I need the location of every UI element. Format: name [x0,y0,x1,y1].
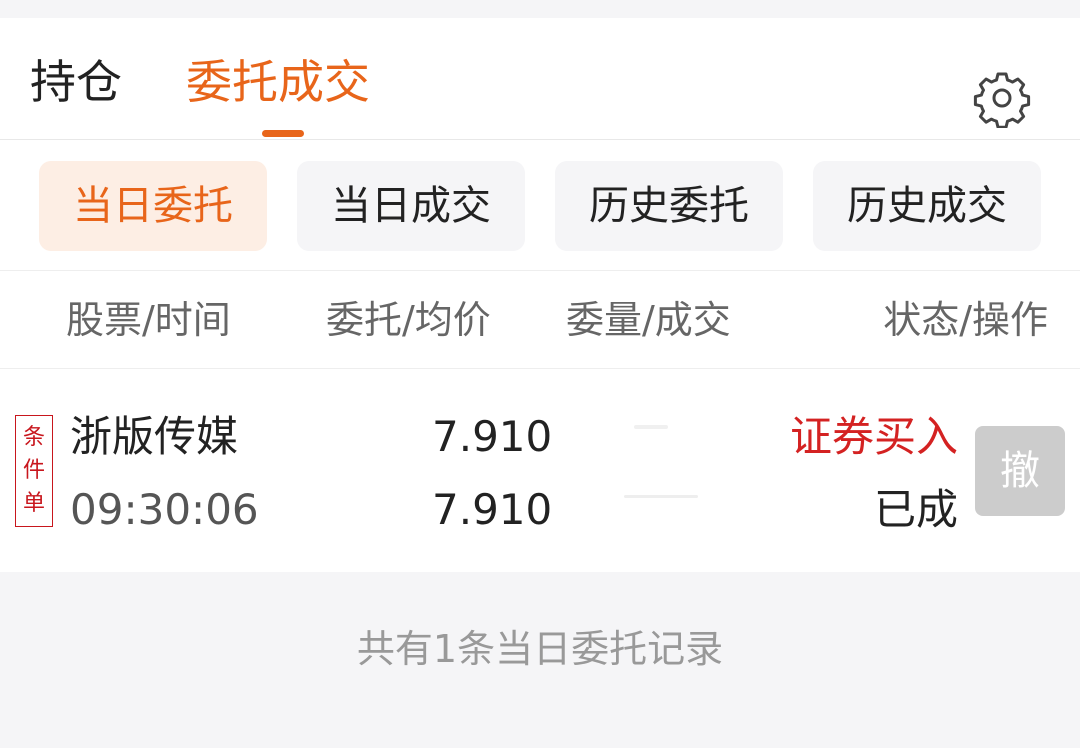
average-price: 7.910 [432,485,553,534]
trade-side: 证券买入 [789,412,958,461]
top-tab-bar: 持仓 委托成交 [0,18,1080,140]
subtab-history-orders[interactable]: 历史委托 [555,161,783,251]
conditional-order-tag: 条 件 单 [15,415,53,527]
table-header: 股票/时间 委托/均价 委量/成交 状态/操作 [0,271,1080,369]
tag-char: 件 [22,458,45,483]
gear-icon[interactable] [972,68,1032,128]
tag-char: 单 [22,491,45,516]
subtab-history-trades[interactable]: 历史成交 [813,161,1041,251]
order-price: 7.910 [432,412,553,461]
subtab-today-orders[interactable]: 当日委托 [39,161,267,251]
stock-name: 浙版传媒 [70,412,239,461]
table-row[interactable]: 条 件 单 浙版传媒 09:30:06 7.910 7.910 证券买入 已成 … [0,369,1080,572]
column-header-price-avg: 委托/均价 [326,298,491,342]
active-tab-indicator [262,130,304,137]
masked-order-quantity [634,425,668,429]
column-header-qty-filled: 委量/成交 [566,298,731,342]
masked-filled-quantity [624,495,698,498]
tab-orders-trades[interactable]: 委托成交 [186,52,370,112]
cancel-order-button[interactable]: 撤 [975,426,1065,516]
column-header-stock-time: 股票/时间 [66,298,231,342]
subtab-bar: 当日委托 当日成交 历史委托 历史成交 [0,140,1080,271]
subtab-today-trades[interactable]: 当日成交 [297,161,525,251]
tag-char: 条 [22,425,45,450]
order-time: 09:30:06 [70,485,259,534]
top-strip [0,0,1080,18]
tab-holdings[interactable]: 持仓 [30,52,122,112]
column-header-status-action: 状态/操作 [883,298,1048,342]
status-badge: 已成 [873,485,958,534]
record-count-summary: 共有1条当日委托记录 [356,627,724,671]
